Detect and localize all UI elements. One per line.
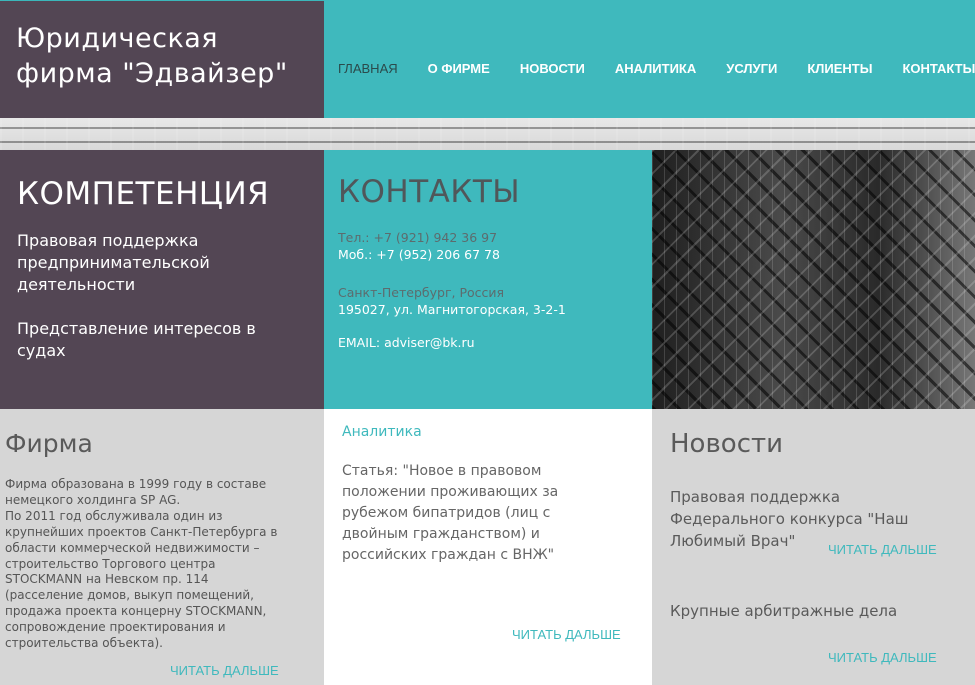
- nav-contacts[interactable]: КОНТАКТЫ: [902, 61, 975, 76]
- contact-phone: Тел.: +7 (921) 942 36 97: [338, 230, 498, 245]
- competence-item-business: Правовая поддержка предпринимательской д…: [17, 231, 210, 294]
- firm-section: Фирма Фирма образована в 1999 году в сос…: [0, 409, 324, 685]
- firm-title: Фирма: [5, 429, 93, 458]
- contacts-title: КОНТАКТЫ: [338, 174, 521, 210]
- nav-clients[interactable]: КЛИЕНТЫ: [807, 61, 872, 76]
- news-read-more-link[interactable]: ЧИТАТЬ ДАЛЬШЕ: [828, 650, 937, 665]
- contact-city: Санкт-Петербург, Россия: [338, 285, 505, 300]
- nav-analytics[interactable]: АНАЛИТИКА: [615, 61, 696, 76]
- brand-block: Юридическая фирма "Эдвайзер": [0, 0, 324, 118]
- analytics-article: Статья: "Новое в правовом положении прож…: [342, 463, 559, 563]
- contact-email[interactable]: EMAIL: adviser@bk.ru: [338, 335, 475, 351]
- contact-mobile: Моб.: +7 (952) 206 67 78: [338, 247, 500, 262]
- competence-item-courts: Представление интересов в судах: [17, 319, 256, 360]
- firm-description: Фирма образована в 1999 году в составе н…: [5, 477, 278, 651]
- nav-home[interactable]: ГЛАВНАЯ: [338, 61, 398, 76]
- news-section: Новости Правовая поддержка Федерального …: [652, 409, 975, 685]
- nav-about[interactable]: О ФИРМЕ: [428, 61, 490, 76]
- building-facade-photo: [652, 150, 975, 409]
- contact-address: 195027, ул. Магнитогорская, 3-2-1: [338, 302, 566, 317]
- contacts-panel: КОНТАКТЫ Тел.: +7 (921) 942 36 97 Моб.: …: [324, 150, 652, 409]
- analytics-read-more-link[interactable]: ЧИТАТЬ ДАЛЬШЕ: [512, 627, 621, 642]
- main-menu: ГЛАВНАЯ О ФИРМЕ НОВОСТИ АНАЛИТИКА УСЛУГИ…: [338, 61, 975, 76]
- competence-panel: КОМПЕТЕНЦИЯ Правовая поддержка предприни…: [0, 150, 324, 409]
- top-navigation: ГЛАВНАЯ О ФИРМЕ НОВОСТИ АНАЛИТИКА УСЛУГИ…: [324, 0, 975, 118]
- nav-news[interactable]: НОВОСТИ: [520, 61, 585, 76]
- news-title: Новости: [670, 429, 784, 459]
- nav-services[interactable]: УСЛУГИ: [726, 61, 777, 76]
- analytics-title[interactable]: Аналитика: [342, 424, 422, 440]
- site-title[interactable]: Юридическая фирма "Эдвайзер": [16, 21, 316, 91]
- firm-read-more-link[interactable]: ЧИТАТЬ ДАЛЬШЕ: [170, 663, 279, 678]
- analytics-section: Аналитика Статья: "Новое в правовом поло…: [324, 409, 652, 685]
- news-item: Крупные арбитражные дела: [670, 602, 898, 620]
- news-read-more-link[interactable]: ЧИТАТЬ ДАЛЬШЕ: [828, 542, 937, 557]
- competence-title: КОМПЕТЕНЦИЯ: [17, 176, 270, 212]
